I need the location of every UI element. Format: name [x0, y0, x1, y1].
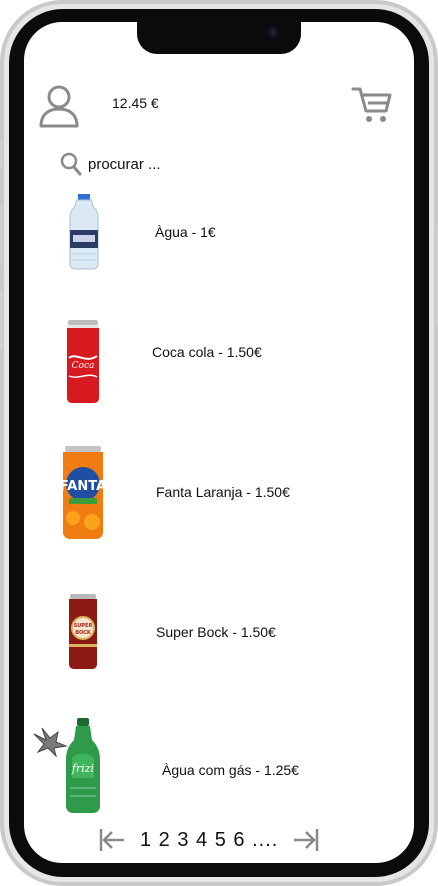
- product-label: Coca cola - 1.50€: [152, 344, 262, 360]
- side-button: [0, 290, 3, 350]
- phone-frame: 12.45 € procurar ... Àgua - 1€ Coca Coca…: [0, 0, 438, 886]
- product-label: Super Bock - 1.50€: [156, 624, 276, 640]
- svg-text:Coca: Coca: [72, 361, 95, 371]
- frize-bottle-image: frizi: [66, 718, 100, 813]
- list-item[interactable]: FANTA Fanta Laranja - 1.50€: [24, 446, 414, 542]
- last-page-icon[interactable]: [292, 826, 320, 854]
- cart-icon[interactable]: [351, 86, 393, 129]
- pagination: 1 2 3 4 5 6 ....: [98, 822, 358, 858]
- user-icon[interactable]: [38, 84, 80, 133]
- side-button: [0, 140, 3, 168]
- product-label: Àgua com gás - 1.25€: [162, 762, 299, 778]
- water-bottle-image: [69, 194, 99, 270]
- search-icon: [60, 152, 82, 176]
- first-page-icon[interactable]: [98, 826, 126, 854]
- app-screen: 12.45 € procurar ... Àgua - 1€ Coca Coca…: [24, 22, 414, 863]
- side-button: [0, 205, 3, 265]
- product-label: Fanta Laranja - 1.50€: [156, 484, 290, 500]
- super-bock-can-image: SUPER BOCK: [69, 594, 97, 669]
- fanta-can-image: FANTA: [60, 446, 106, 539]
- search-bar[interactable]: procurar ...: [60, 152, 161, 176]
- svg-text:FANTA: FANTA: [60, 479, 106, 494]
- search-input[interactable]: procurar ...: [88, 156, 161, 173]
- coca-cola-can-image: Coca: [67, 320, 99, 403]
- list-item[interactable]: Àgua - 1€: [24, 194, 414, 274]
- svg-text:BOCK: BOCK: [75, 630, 92, 636]
- page-numbers[interactable]: 1 2 3 4 5 6 ....: [140, 829, 278, 852]
- list-item[interactable]: SUPER BOCK Super Bock - 1.50€: [24, 594, 414, 670]
- camera-icon: [267, 26, 279, 38]
- notch: [137, 22, 301, 54]
- svg-text:frizi: frizi: [71, 762, 94, 775]
- list-item[interactable]: frizi Àgua com gás - 1.25€: [24, 718, 414, 818]
- svg-text:SUPER: SUPER: [74, 623, 93, 629]
- list-item[interactable]: Coca Coca cola - 1.50€: [24, 320, 414, 406]
- balance-amount: 12.45 €: [112, 95, 159, 111]
- product-label: Àgua - 1€: [155, 224, 216, 240]
